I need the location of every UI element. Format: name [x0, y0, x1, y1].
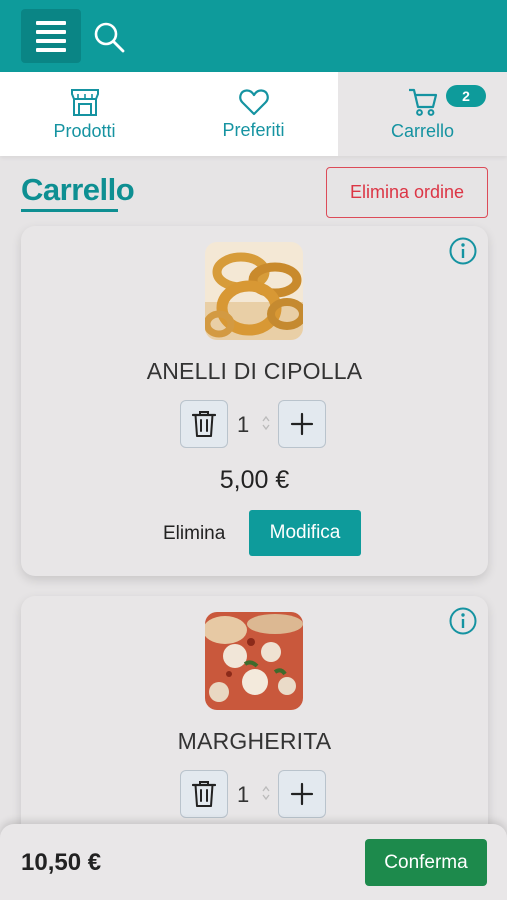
tab-prodotti[interactable]: Prodotti: [0, 72, 169, 156]
tab-label: Carrello: [390, 120, 455, 141]
remove-item-link[interactable]: Elimina: [163, 523, 225, 545]
checkout-bar: 10,50 € Conferma: [0, 824, 507, 900]
cart-count-badge: 2: [446, 85, 486, 107]
heart-icon: [238, 88, 269, 115]
top-bar: [0, 0, 507, 72]
plus-icon[interactable]: [278, 770, 326, 818]
tab-bar: Prodotti Preferiti Carrello 2: [0, 72, 507, 156]
trash-icon[interactable]: [180, 770, 228, 818]
store-icon: [70, 88, 99, 116]
title-underline: [21, 209, 118, 212]
quantity-value[interactable]: 1: [237, 412, 249, 438]
delete-order-button[interactable]: Elimina ordine: [326, 167, 488, 218]
confirm-button[interactable]: Conferma: [365, 839, 487, 886]
onion-rings-photo: [205, 242, 303, 340]
page-title: Carrello: [21, 172, 135, 207]
search-icon[interactable]: [92, 20, 126, 54]
info-icon[interactable]: [448, 236, 478, 266]
cart-item-card: ANELLI DI CIPOLLA 1 5,00 € Elimina Modif…: [21, 226, 488, 576]
quantity-stepper: 1: [180, 770, 330, 818]
spinner-arrows-icon[interactable]: [261, 784, 271, 802]
order-total: 10,50 €: [21, 849, 102, 876]
spinner-arrows-icon[interactable]: [261, 414, 271, 432]
edit-item-button[interactable]: Modifica: [249, 510, 361, 556]
product-price: 5,00 €: [219, 466, 290, 494]
trash-icon[interactable]: [180, 400, 228, 448]
tab-carrello[interactable]: Carrello 2: [338, 72, 507, 156]
info-icon[interactable]: [448, 606, 478, 636]
tab-label: Prodotti: [53, 120, 116, 141]
product-name: MARGHERITA: [177, 728, 332, 754]
hamburger-icon[interactable]: [21, 9, 81, 63]
quantity-value[interactable]: 1: [237, 782, 249, 808]
tab-preferiti[interactable]: Preferiti: [169, 72, 338, 156]
quantity-stepper: 1: [180, 400, 330, 448]
pizza-photo: [205, 612, 303, 710]
product-name: ANELLI DI CIPOLLA: [146, 358, 363, 384]
plus-icon[interactable]: [278, 400, 326, 448]
tab-label: Preferiti: [222, 119, 285, 140]
cart-icon: [408, 88, 437, 116]
